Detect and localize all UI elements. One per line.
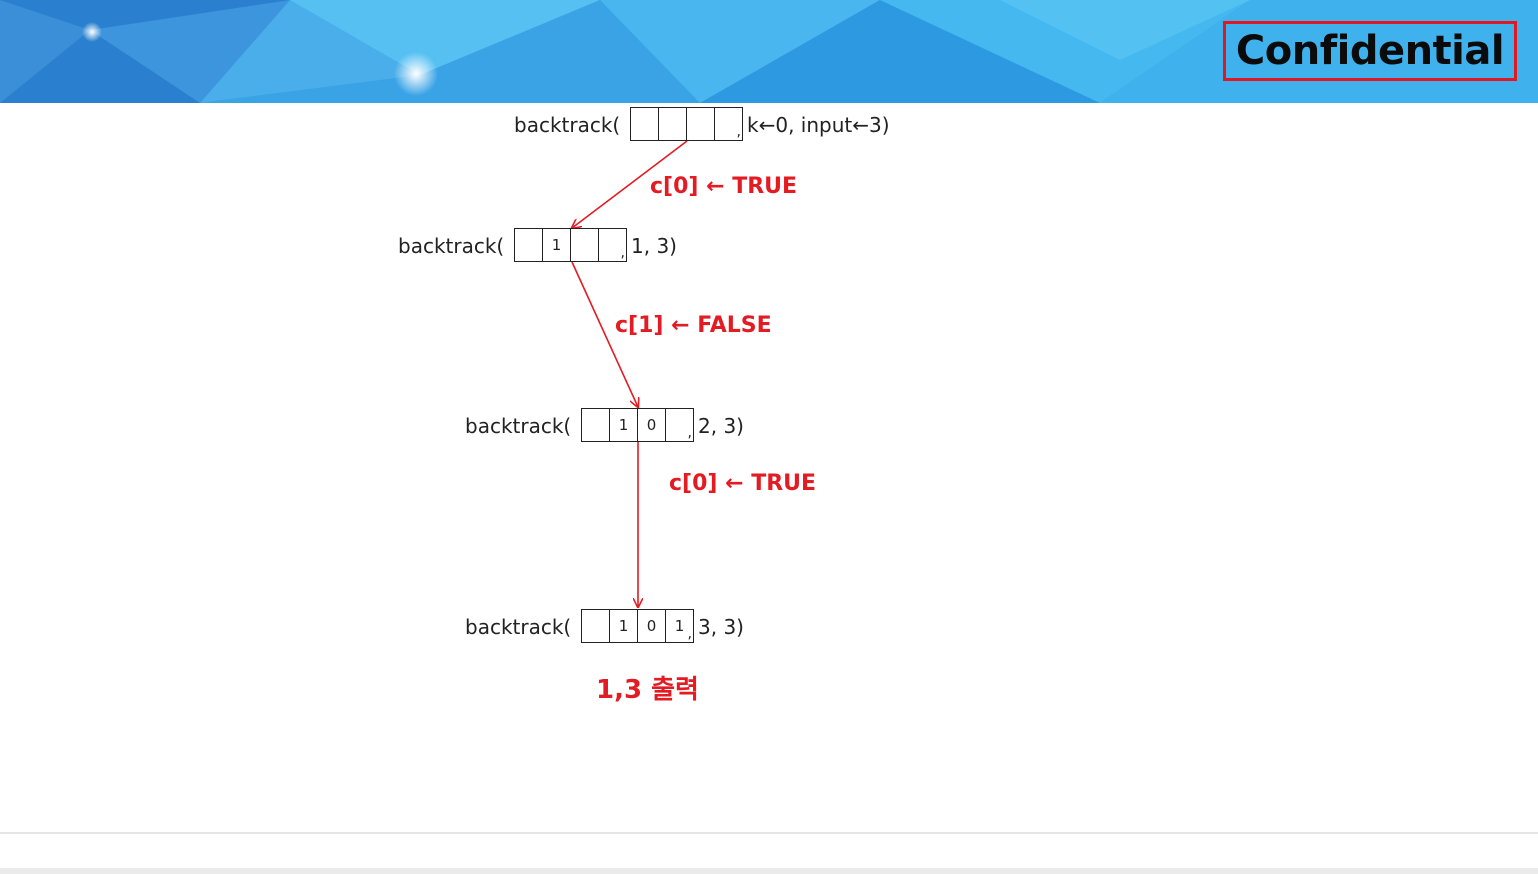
array-cell <box>581 609 610 643</box>
result-output-label: 1,3 출력 <box>596 675 699 705</box>
edge-label-1: c[0] ← TRUE <box>650 174 798 199</box>
array-cell <box>581 408 610 442</box>
node-1-label: backtrack( <box>514 113 621 137</box>
node-4-args: 3, 3) <box>698 615 744 639</box>
array-cell <box>658 107 687 141</box>
array-cell: 1, <box>665 609 694 643</box>
node-2-args: 1, 3) <box>631 234 677 258</box>
array-cell <box>630 107 659 141</box>
recursion-tree-diagram: backtrack( , k←0, input←3) backtrack( 1 … <box>0 0 1538 874</box>
array-cell <box>570 228 599 262</box>
node-1-array: , <box>630 107 743 141</box>
edge-label-3: c[0] ← TRUE <box>669 471 817 496</box>
node-1-args: k←0, input←3) <box>747 113 890 137</box>
array-cell: , <box>665 408 694 442</box>
array-cell: 0 <box>637 609 666 643</box>
array-cell: , <box>598 228 627 262</box>
array-cell: 1 <box>609 609 638 643</box>
edge-label-2: c[1] ← FALSE <box>615 313 772 338</box>
footer-band <box>0 868 1538 874</box>
array-cell: 0 <box>637 408 666 442</box>
node-2-label: backtrack( <box>398 234 505 258</box>
node-3-args: 2, 3) <box>698 414 744 438</box>
node-3-array: 1 0 , <box>581 408 694 442</box>
array-cell: 1 <box>542 228 571 262</box>
node-3-label: backtrack( <box>465 414 572 438</box>
array-cell <box>514 228 543 262</box>
node-4-array: 1 0 1, <box>581 609 694 643</box>
footer-divider <box>0 832 1538 834</box>
array-cell: , <box>714 107 743 141</box>
node-2-array: 1 , <box>514 228 627 262</box>
array-cell <box>686 107 715 141</box>
array-cell: 1 <box>609 408 638 442</box>
node-4-label: backtrack( <box>465 615 572 639</box>
